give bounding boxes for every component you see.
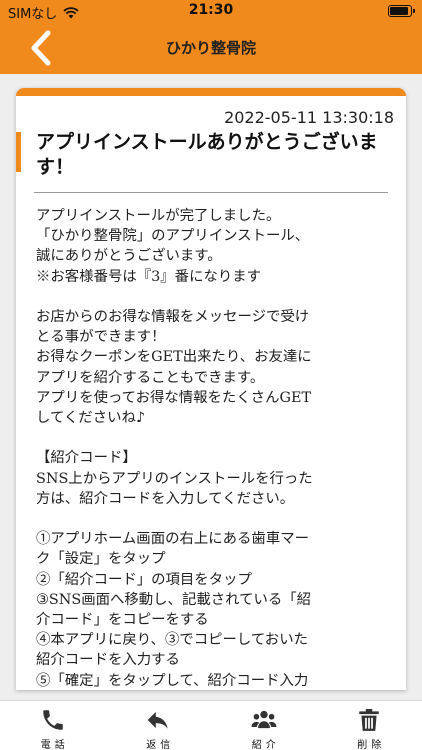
message-line: 誠にありがとうございます。: [36, 248, 222, 265]
message-line: ※お客様番号は『3』番になります: [36, 268, 262, 285]
message-line: とる事ができます！: [36, 329, 166, 346]
message-line: ③SNS画面へ移動し、記載されている「紹: [36, 591, 312, 608]
tab-delete[interactable]: 削除: [317, 701, 422, 750]
battery-icon: [388, 5, 415, 17]
message-line: アプリを紹介することもできます。: [36, 369, 265, 386]
status-time: 21:30: [188, 2, 234, 18]
message-line: アプリを使ってお得な情報をたくさんGET: [36, 389, 312, 406]
message-line: お得なクーポンをGET出来たり、お友達に: [36, 349, 312, 366]
message-line: お店からのお得な情報をメッセージで受け: [36, 309, 310, 325]
message-line: [36, 428, 396, 448]
message-title: アプリインストールありがとうございます！: [36, 131, 378, 178]
message-line: ②「紹介コード」の項目をタップ: [36, 571, 252, 588]
message-line: 方は、紹介コードを入力してください。: [36, 490, 295, 507]
message-line: ④本アプリに戻り、③でコピーしておいた: [36, 632, 308, 649]
tab-bar: 電話 返信 紹介 削除: [0, 700, 422, 750]
message-line: ⑤「確定」をタップして、紹介コード入力: [36, 672, 309, 689]
tab-introduce[interactable]: 紹介: [211, 701, 317, 750]
tab-reply[interactable]: 返信: [106, 701, 212, 750]
tab-phone-label: 電話: [40, 740, 69, 750]
message-line: SNS上からアプリのインストールを行った: [36, 470, 313, 487]
message-line: ク「設定」をタップ: [36, 551, 166, 568]
nav-bar: ひかり整骨院: [0, 22, 422, 74]
tab-reply-label: 返信: [146, 740, 175, 750]
title-accent-bar: [16, 132, 21, 172]
page-title: ひかり整骨院: [165, 39, 256, 57]
title-divider: [34, 192, 388, 193]
tab-delete-label: 削除: [357, 740, 386, 750]
message-line: してくださいね♪: [36, 410, 146, 427]
message-line: [36, 509, 396, 529]
message-card: 2022-05-11 13:30:18 アプリインストールありがとうございます！…: [16, 88, 406, 690]
message-date: 2022-05-11 13:30:18: [224, 108, 394, 127]
users-icon: [251, 710, 277, 729]
reply-icon: [147, 711, 168, 729]
message-line: 「ひかり整骨院」のアプリインストール、: [36, 228, 310, 245]
phone-icon: [43, 710, 63, 730]
message-line: アプリインストールが完了しました。: [36, 208, 281, 224]
message-line: 紹介コードを入力する: [36, 652, 180, 669]
message-line: 介コード」をコピーをする: [36, 612, 209, 629]
message-line: 【紹介コード】: [36, 450, 137, 467]
message-line: ①アプリホーム画面の右上にある歯車マー: [36, 531, 309, 548]
tab-introduce-label: 紹介: [251, 740, 280, 750]
message-body: アプリインストールが完了しました。「ひかり整骨院」のアプリインストール、 誠にあり…: [36, 206, 396, 690]
message-line: [36, 287, 396, 307]
status-bar: SIMなし 21:30: [0, 0, 422, 22]
trash-icon: [359, 708, 379, 731]
tab-phone[interactable]: 電話: [0, 701, 106, 750]
